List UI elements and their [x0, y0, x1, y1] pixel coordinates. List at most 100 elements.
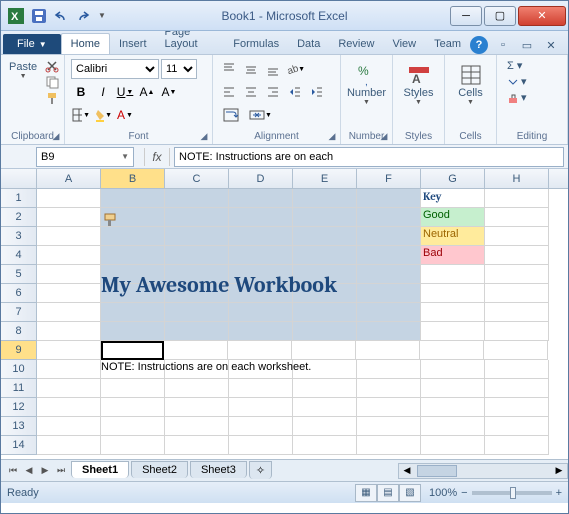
cell-C6[interactable] [165, 284, 229, 303]
cell-C7[interactable] [165, 303, 229, 322]
minimize-ribbon-icon[interactable]: ▫ [494, 36, 512, 54]
cell-H11[interactable] [485, 379, 549, 398]
cell-C10[interactable] [165, 360, 229, 379]
cell-E10[interactable] [293, 360, 357, 379]
cell-G14[interactable] [421, 436, 485, 455]
cell-E11[interactable] [293, 379, 357, 398]
cell-H1[interactable] [485, 189, 549, 208]
cell-D5[interactable] [229, 265, 293, 284]
col-header-G[interactable]: G [421, 169, 485, 188]
font-dialog-launcher-icon[interactable]: ◢ [198, 130, 210, 142]
restore-window-icon[interactable]: ▭ [518, 36, 536, 54]
cell-B10[interactable] [101, 360, 165, 379]
help-icon[interactable]: ? [470, 36, 488, 54]
cell-G4[interactable]: Bad [421, 246, 485, 265]
row-header-8[interactable]: 8 [1, 322, 37, 341]
clear-icon[interactable]: ▾ [507, 91, 527, 104]
sheet-tab-3[interactable]: Sheet3 [190, 461, 247, 478]
italic-button[interactable]: I [93, 82, 113, 102]
cell-D4[interactable] [229, 246, 293, 265]
new-sheet-icon[interactable]: ✧ [249, 461, 272, 479]
cell-F2[interactable] [357, 208, 421, 227]
align-right-icon[interactable] [263, 82, 283, 102]
cell-C8[interactable] [165, 322, 229, 341]
cell-E8[interactable] [293, 322, 357, 341]
cell-H3[interactable] [485, 227, 549, 246]
row-header-4[interactable]: 4 [1, 246, 37, 265]
undo-icon[interactable] [51, 8, 71, 24]
cell-A11[interactable] [37, 379, 101, 398]
clipboard-dialog-launcher-icon[interactable]: ◢ [50, 130, 62, 142]
cell-C3[interactable] [165, 227, 229, 246]
cell-H14[interactable] [485, 436, 549, 455]
cell-D13[interactable] [229, 417, 293, 436]
sheet-tab-1[interactable]: Sheet1 [71, 461, 129, 478]
sheet-tab-2[interactable]: Sheet2 [131, 461, 188, 478]
cell-H13[interactable] [485, 417, 549, 436]
cell-G7[interactable] [421, 303, 485, 322]
font-name-combo[interactable]: Calibri [71, 59, 159, 79]
cell-A8[interactable] [37, 322, 101, 341]
merge-center-icon[interactable]: ▼ [245, 105, 276, 125]
sheet-nav-next-icon[interactable]: ▶ [37, 463, 53, 479]
excel-app-icon[interactable]: X [5, 6, 27, 26]
row-header-7[interactable]: 7 [1, 303, 37, 322]
cell-B14[interactable] [101, 436, 165, 455]
close-button[interactable]: ✕ [518, 6, 566, 26]
cell-D11[interactable] [229, 379, 293, 398]
col-header-D[interactable]: D [229, 169, 293, 188]
font-size-combo[interactable]: 11 [161, 59, 197, 79]
cut-icon[interactable] [43, 59, 61, 73]
row-header-13[interactable]: 13 [1, 417, 37, 436]
cell-C12[interactable] [165, 398, 229, 417]
number-dialog-launcher-icon[interactable]: ◢ [378, 130, 390, 142]
tab-data[interactable]: Data [288, 34, 329, 54]
row-header-6[interactable]: 6 [1, 284, 37, 303]
align-center-icon[interactable] [241, 82, 261, 102]
cell-B5[interactable] [101, 265, 165, 284]
cell-E1[interactable] [293, 189, 357, 208]
cell-A3[interactable] [37, 227, 101, 246]
col-header-A[interactable]: A [37, 169, 101, 188]
bold-button[interactable]: B [71, 82, 91, 102]
cell-H10[interactable] [485, 360, 549, 379]
increase-indent-icon[interactable] [307, 82, 327, 102]
name-box[interactable]: B9▼ [36, 147, 134, 167]
format-painter-icon[interactable] [43, 91, 61, 105]
cell-G2[interactable]: Good [421, 208, 485, 227]
underline-button[interactable]: U▼ [115, 82, 135, 102]
cell-E9[interactable] [292, 341, 356, 360]
normal-view-icon[interactable]: ▦ [355, 484, 377, 502]
cell-A6[interactable] [37, 284, 101, 303]
cell-A7[interactable] [37, 303, 101, 322]
tab-formulas[interactable]: Formulas [224, 34, 288, 54]
select-all-corner[interactable] [1, 169, 37, 188]
cells-button[interactable]: Cells ▼ [451, 59, 490, 106]
cell-D1[interactable] [229, 189, 293, 208]
cell-C4[interactable] [165, 246, 229, 265]
sheet-nav-prev-icon[interactable]: ◀ [21, 463, 37, 479]
cell-F4[interactable] [357, 246, 421, 265]
decrease-indent-icon[interactable] [285, 82, 305, 102]
fx-icon[interactable]: fx [144, 148, 170, 166]
cell-B4[interactable] [101, 246, 165, 265]
tab-home[interactable]: Home [61, 33, 110, 54]
autosum-icon[interactable]: Σ ▾ [507, 59, 522, 72]
cell-F1[interactable] [357, 189, 421, 208]
cell-F8[interactable] [357, 322, 421, 341]
cell-G13[interactable] [421, 417, 485, 436]
cell-F7[interactable] [357, 303, 421, 322]
sheet-nav-last-icon[interactable]: ⏭ [53, 463, 69, 479]
zoom-level[interactable]: 100% [429, 487, 457, 499]
col-header-F[interactable]: F [357, 169, 421, 188]
cell-F12[interactable] [357, 398, 421, 417]
cell-A4[interactable] [37, 246, 101, 265]
cell-D8[interactable] [229, 322, 293, 341]
cell-C1[interactable] [165, 189, 229, 208]
cell-H9[interactable] [484, 341, 548, 360]
cell-G6[interactable] [421, 284, 485, 303]
fill-color-icon[interactable]: ▼ [93, 105, 113, 125]
redo-icon[interactable] [73, 8, 93, 24]
cell-H12[interactable] [485, 398, 549, 417]
scroll-right-icon[interactable]: ▶ [551, 465, 567, 476]
